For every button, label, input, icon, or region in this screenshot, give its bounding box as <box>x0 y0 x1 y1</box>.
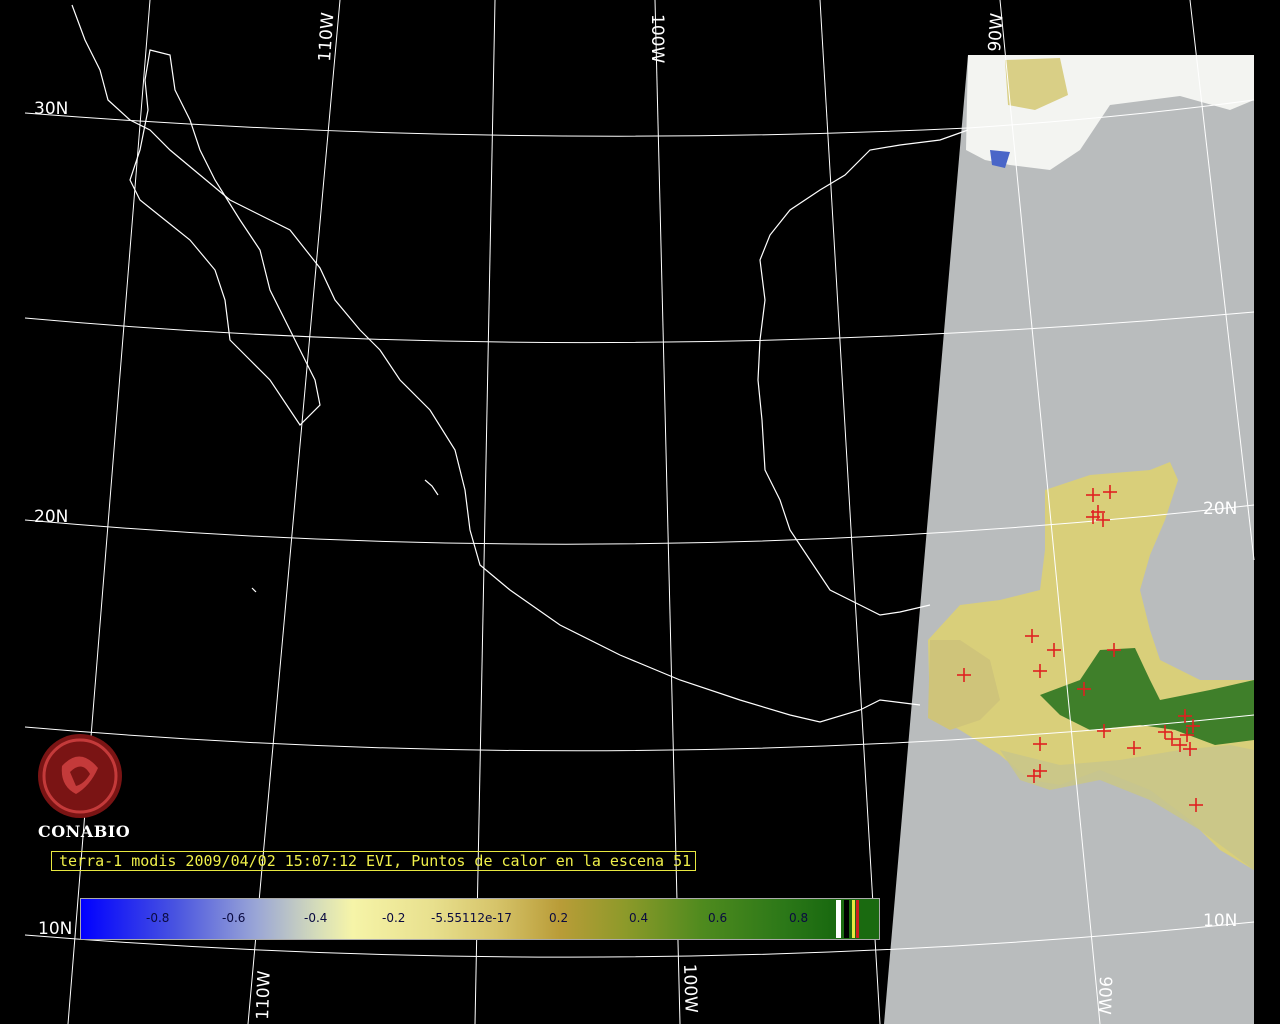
lon-label-100w-bottom: 100W <box>679 963 701 1013</box>
lat-label-20n-right: 20N <box>1203 499 1237 519</box>
lon-label-90w-bottom: 90W <box>1094 976 1115 1015</box>
lat-label-10n-left: 10N <box>38 919 72 939</box>
conabio-logo <box>38 734 122 818</box>
colorbar-stripe-white <box>836 900 841 938</box>
colorbar-tick-label: 0.4 <box>629 911 649 925</box>
coastline <box>71 4 969 723</box>
conabio-logo-text: CONABIO <box>38 822 131 841</box>
colorbar-tick-label: -5.55112e-17 <box>431 911 512 925</box>
colorbar-tick-label: -0.2 <box>382 911 406 925</box>
scene-caption: terra-1 modis 2009/04/02 15:07:12 EVI, P… <box>59 852 692 870</box>
colorbar-tick-label: 0.8 <box>789 911 809 925</box>
colorbar-tick-label: 0.2 <box>549 911 569 925</box>
lat-label-10n-right: 10N <box>1203 911 1237 931</box>
colorbar-tick-label: -0.4 <box>304 911 328 925</box>
lon-label-90w-top: 90W <box>985 12 1008 52</box>
lat-label-30n: 30N <box>34 99 68 119</box>
colorbar-stripe-red <box>856 900 859 938</box>
colorbar-stripe-yellow <box>852 900 855 938</box>
colorbar-tick-label: -0.8 <box>146 911 170 925</box>
colorbar-stripe-black <box>844 900 849 938</box>
colorbar-tick-label: 0.6 <box>708 911 728 925</box>
colorbar-tick-label: -0.6 <box>222 911 246 925</box>
lon-label-110w-top: 110W <box>315 12 338 63</box>
lon-label-100w-top: 100W <box>647 14 667 63</box>
lat-label-20n-left: 20N <box>34 507 68 527</box>
lon-label-110w-bottom: 110W <box>253 970 275 1020</box>
